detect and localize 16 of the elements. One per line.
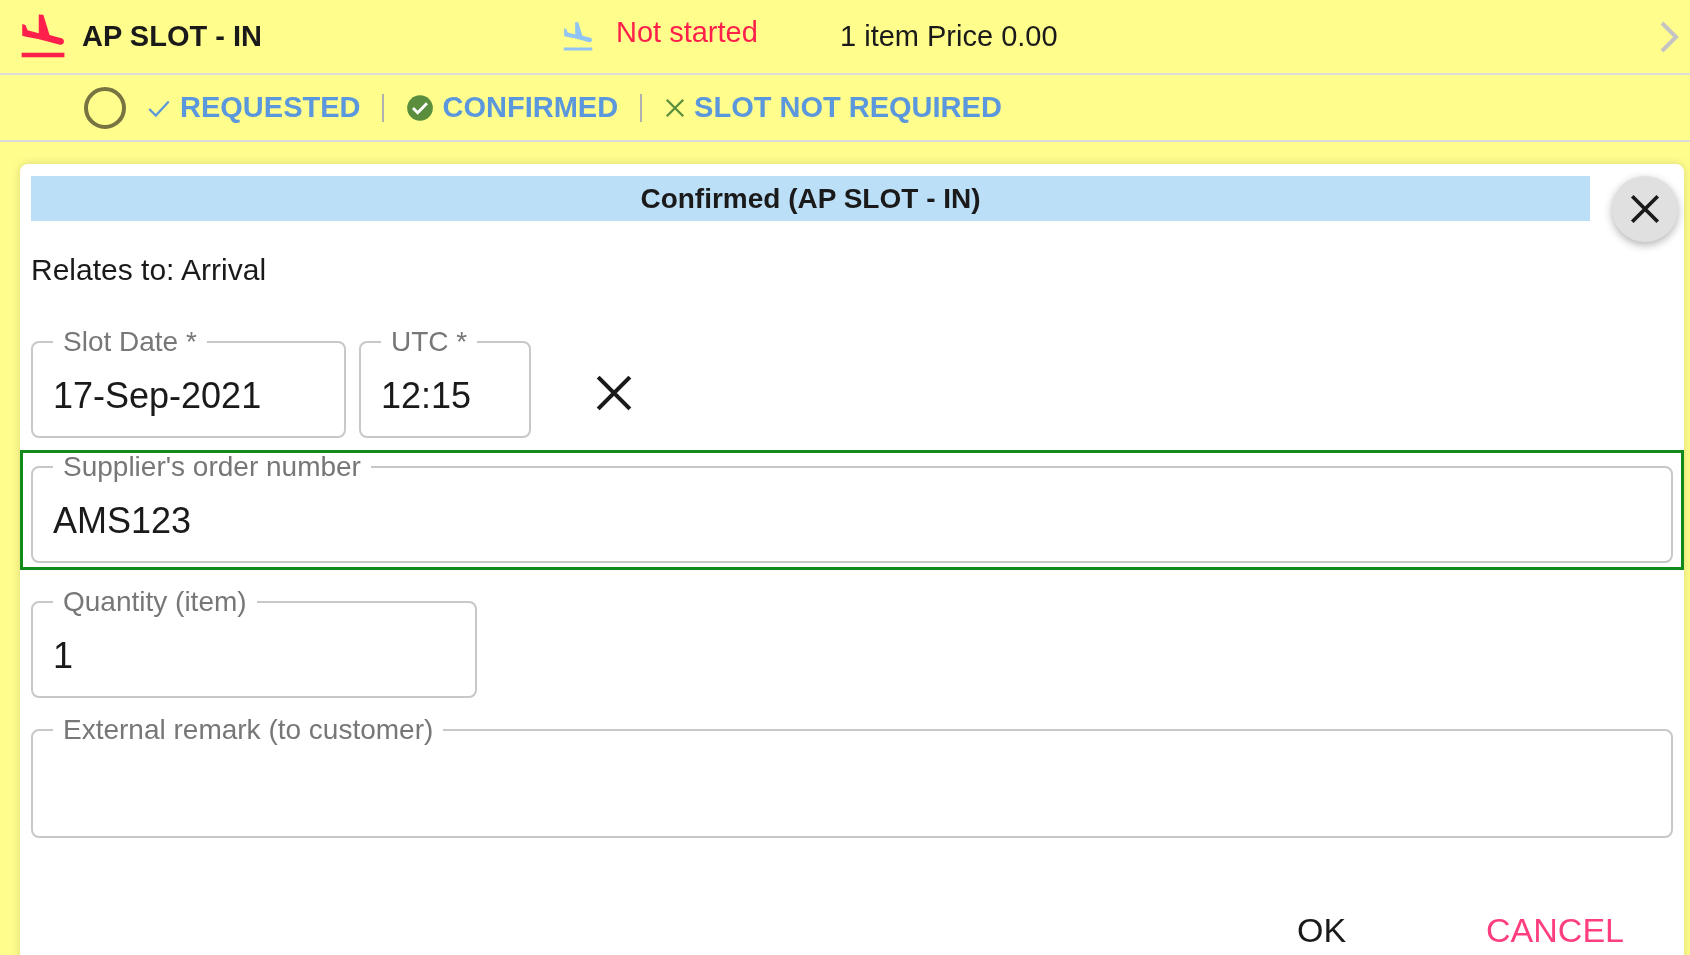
relates-to-text: Relates to: Arrival — [31, 252, 268, 288]
close-icon — [1628, 192, 1662, 226]
check-circle-icon — [406, 93, 435, 122]
close-button[interactable] — [1612, 176, 1678, 242]
dialog-title: Confirmed (AP SLOT - IN) — [640, 181, 981, 216]
service-title: AP SLOT - IN — [82, 18, 263, 54]
ok-button[interactable]: OK — [1286, 899, 1357, 955]
input-field[interactable]: Quantity (item) 1 — [31, 588, 477, 698]
clear-button[interactable] — [594, 373, 634, 413]
input-field[interactable]: External remark (to customer) — [31, 716, 1673, 838]
close-icon — [664, 96, 687, 119]
close-icon — [595, 374, 633, 412]
input-field[interactable]: Supplier's order number AMS123 — [31, 453, 1673, 563]
input-field[interactable]: Slot Date * 17-Sep-2021 — [31, 328, 346, 438]
price-summary: 1 item Price 0.00 — [840, 18, 1058, 54]
status-text: Not started — [616, 14, 759, 50]
